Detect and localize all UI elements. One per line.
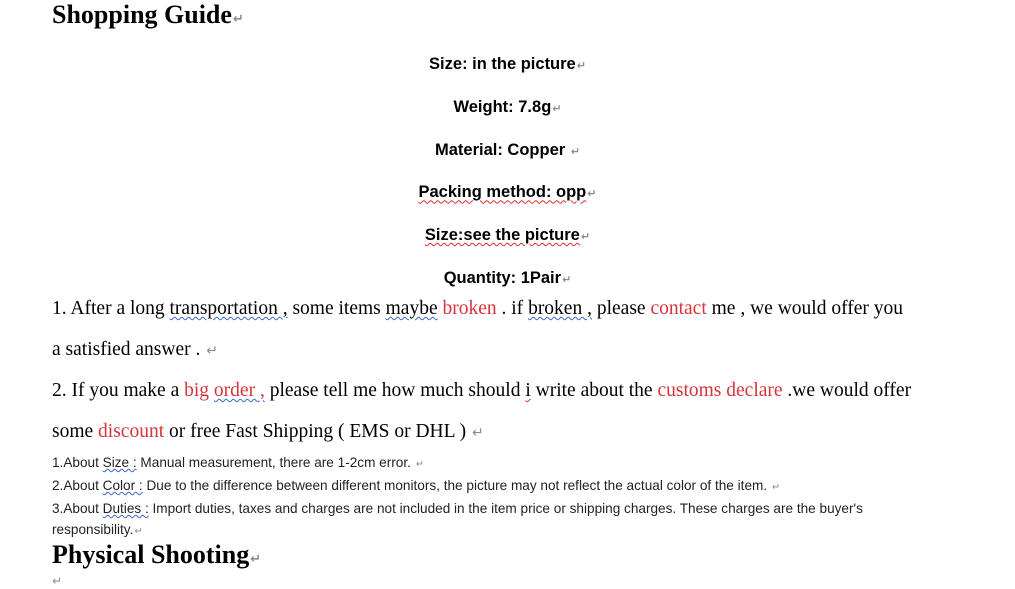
paragraph-1-seg-f: me , we would offer you — [706, 298, 903, 319]
paragraph-2-seg-a: If you make a — [66, 380, 185, 401]
spec-line-packing-method: Packing method: opp↵ — [0, 172, 1015, 215]
note-3-term: Duties : — [102, 501, 149, 516]
page-title-text: Shopping Guide — [52, 0, 232, 29]
return-mark-icon: ↵ — [415, 459, 424, 470]
note-1-term: Size : — [102, 455, 137, 470]
return-mark-icon: ↵ — [552, 101, 562, 115]
policy-paragraph-1: 1. After a long transportation , some it… — [52, 288, 952, 372]
note-1-number: 1. — [52, 455, 64, 470]
spec-packing-text: Packing method: opp — [418, 183, 587, 202]
policy-paragraph-2: 2. If you make a big order , please tell… — [52, 370, 952, 454]
paragraph-1-seg-b: some items — [287, 298, 386, 319]
note-item-size: 1.About Size : Manual measurement, there… — [52, 452, 952, 475]
paragraph-2-line-2-a: some — [52, 421, 99, 442]
section-title-text: Physical Shooting — [52, 540, 250, 569]
paragraph-2-seg-c: write about the — [530, 380, 658, 401]
product-spec-list: Size: in the picture↵ Weight: 7.8g↵ Mate… — [0, 44, 1015, 301]
return-mark-icon: ↵ — [576, 59, 586, 72]
return-mark-icon: ↵ — [472, 425, 484, 441]
paragraph-2-order-highlight: order , — [213, 380, 265, 401]
paragraph-1-broken-highlight: broken — [442, 298, 497, 319]
paragraph-2-seg-d: .we would offer — [782, 380, 912, 401]
note-2-prefix: About — [63, 478, 103, 493]
document-page: Shopping Guide↵ Size: in the picture↵ We… — [0, 0, 1015, 589]
note-2-text: Due to the difference between different … — [142, 478, 771, 493]
spec-line-weight: Weight: 7.8g↵ — [0, 87, 1015, 130]
terms-notes-list: 1.About Size : Manual measurement, there… — [52, 452, 952, 542]
section-title-physical-shooting: Physical Shooting↵ — [52, 542, 261, 568]
note-1-prefix: About — [63, 455, 103, 470]
return-mark-icon: ↵ — [580, 230, 591, 244]
paragraph-2-big-highlight: big — [184, 380, 214, 401]
return-mark-icon: ↵ — [52, 574, 63, 588]
note-3-text: Import duties, taxes and charges are not… — [52, 501, 863, 537]
return-mark-icon: ↵ — [562, 272, 572, 286]
spec-material-text: Material: Copper — [435, 140, 570, 159]
note-1-text: Manual measurement, there are 1-2cm erro… — [136, 455, 411, 470]
return-mark-icon: ↵ — [134, 526, 143, 537]
return-mark-icon: ↵ — [206, 343, 219, 359]
paragraph-1-broken-plain: broken , — [528, 298, 592, 319]
paragraph-1-seg-e: please — [591, 298, 651, 319]
spec-size-see-text: Size:see the picture — [424, 226, 580, 245]
spec-weight-text: Weight: 7.8g — [453, 97, 552, 116]
paragraph-1-seg-a: After a long — [66, 298, 170, 319]
spec-quantity-text: Quantity: 1Pair — [443, 268, 562, 287]
return-mark-icon: ↵ — [587, 187, 597, 201]
paragraph-1-number: 1. — [52, 298, 67, 319]
spec-line-size: Size: in the picture↵ — [0, 44, 1015, 87]
return-mark-icon: ↵ — [232, 12, 244, 27]
spec-line-material: Material: Copper ↵ — [0, 130, 1015, 173]
paragraph-2-number: 2. — [52, 380, 67, 401]
page-title: Shopping Guide↵ — [52, 2, 244, 28]
paragraph-1-maybe: maybe — [385, 298, 438, 319]
note-3-prefix: About — [63, 501, 103, 516]
spec-size-text: Size: in the picture — [429, 55, 576, 73]
paragraph-1-transportation: transportation , — [169, 298, 288, 319]
paragraph-1-contact-highlight: contact — [650, 298, 707, 319]
paragraph-2-line-2-b: or free Fast Shipping ( EMS or DHL ) — [164, 421, 472, 442]
paragraph-1-seg-d: . if — [496, 298, 529, 319]
paragraph-2-discount-highlight: discount — [98, 421, 165, 442]
return-mark-icon: ↵ — [570, 144, 580, 158]
paragraph-2-seg-b: please tell me how much should — [264, 380, 526, 401]
note-2-term: Color : — [102, 478, 143, 493]
note-2-number: 2. — [52, 478, 64, 493]
paragraph-2-customs-declare-highlight: customs declare — [657, 380, 783, 401]
return-mark-icon: ↵ — [771, 482, 781, 493]
note-item-duties: 3.About Duties : Import duties, taxes an… — [52, 498, 952, 542]
spec-line-size-see: Size:see the picture↵ — [0, 215, 1015, 258]
paragraph-1-line-2: a satisfied answer . — [52, 339, 201, 360]
return-mark-icon: ↵ — [250, 552, 262, 567]
note-item-color: 2.About Color : Due to the difference be… — [52, 475, 952, 498]
note-3-number: 3. — [52, 501, 64, 516]
